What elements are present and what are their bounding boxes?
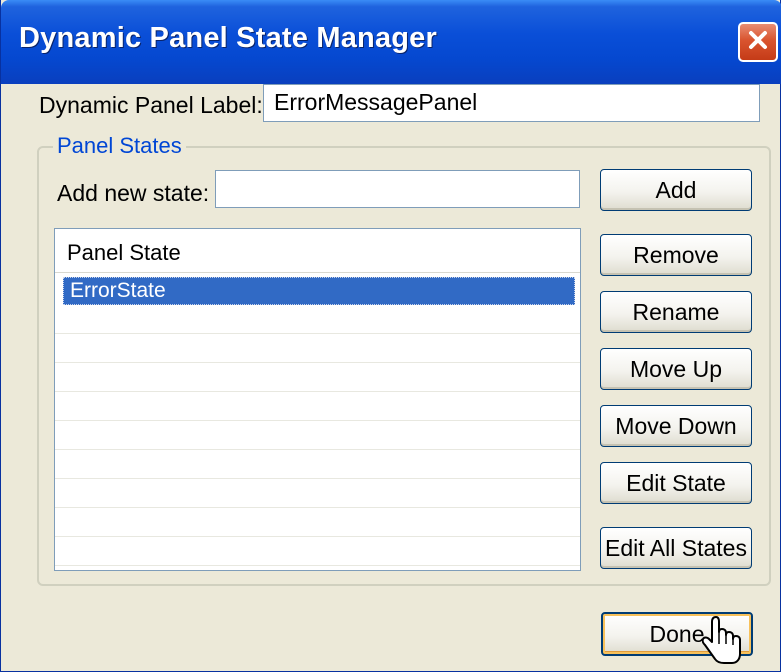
list-item[interactable] bbox=[55, 451, 580, 479]
list-item[interactable] bbox=[55, 393, 580, 421]
list-item[interactable] bbox=[55, 364, 580, 392]
add-button[interactable]: Add bbox=[600, 169, 752, 211]
list-item[interactable] bbox=[55, 480, 580, 508]
title-bar[interactable]: Dynamic Panel State Manager bbox=[1, 0, 781, 84]
panel-label-input[interactable]: ErrorMessagePanel bbox=[263, 84, 760, 122]
dialog-window: Dynamic Panel State Manager Dynamic Pane… bbox=[0, 0, 781, 672]
rename-button[interactable]: Rename bbox=[600, 291, 752, 333]
panel-label-label: Dynamic Panel Label: bbox=[39, 92, 263, 118]
list-item[interactable] bbox=[55, 335, 580, 363]
list-item[interactable]: ErrorState bbox=[63, 277, 575, 305]
list-header-label: Panel State bbox=[67, 240, 181, 265]
remove-button[interactable]: Remove bbox=[600, 234, 752, 276]
edit-all-states-button[interactable]: Edit All States bbox=[600, 527, 752, 569]
pointer-cursor-icon bbox=[701, 614, 746, 666]
add-state-label: Add new state: bbox=[57, 180, 210, 206]
panel-state-list[interactable]: Panel State ErrorState bbox=[54, 228, 581, 571]
list-item[interactable] bbox=[55, 538, 580, 566]
add-state-input[interactable] bbox=[215, 170, 580, 208]
list-item-label: ErrorState bbox=[70, 279, 166, 302]
move-down-button[interactable]: Move Down bbox=[600, 405, 752, 447]
move-up-button[interactable]: Move Up bbox=[600, 348, 752, 390]
list-column-header[interactable]: Panel State bbox=[55, 229, 580, 273]
list-item[interactable] bbox=[55, 422, 580, 450]
window-title: Dynamic Panel State Manager bbox=[19, 22, 437, 54]
close-icon bbox=[746, 28, 770, 57]
list-item[interactable] bbox=[55, 306, 580, 334]
list-item[interactable] bbox=[55, 509, 580, 537]
panel-states-group-title: Panel States bbox=[53, 133, 186, 159]
edit-state-button[interactable]: Edit State bbox=[600, 462, 752, 504]
close-button[interactable] bbox=[738, 22, 778, 62]
